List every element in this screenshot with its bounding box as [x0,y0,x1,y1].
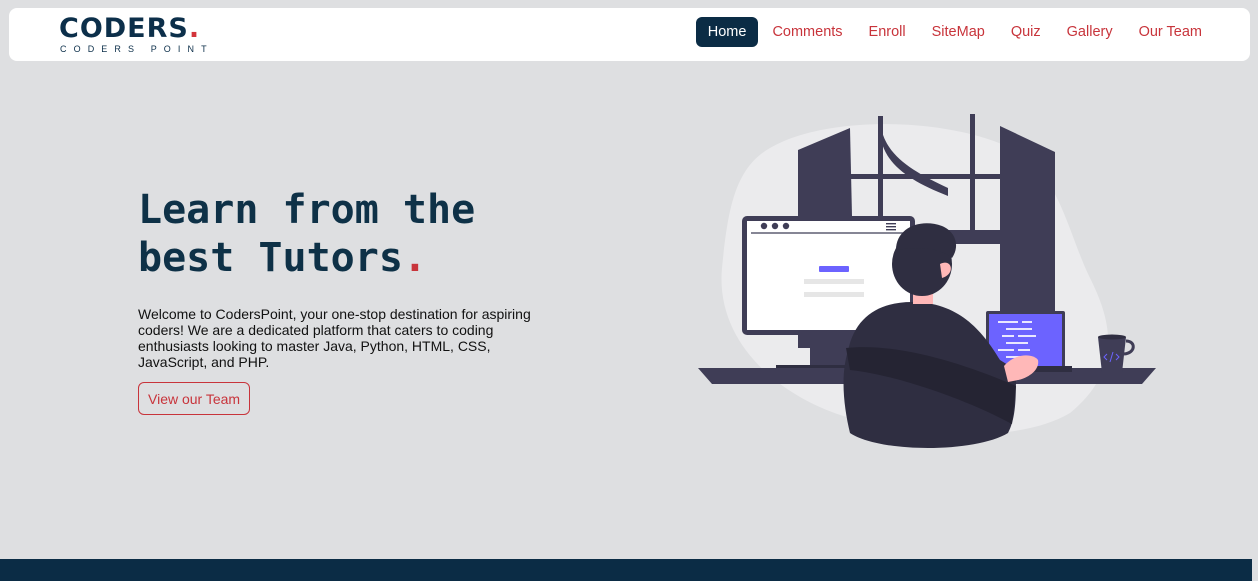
coders-point-logo[interactable]: CODERS. CODERS POINT [59,14,219,56]
nav-home[interactable]: Home [695,17,759,47]
coder-at-desk-illustration [698,114,1156,448]
hero-title-line-2: best Tutors [138,235,403,281]
window-bar-horizontal [850,174,1000,179]
nav-enroll[interactable]: Enroll [857,17,918,47]
hero-title-dot: . [402,235,427,281]
logo-wordmark: CODERS. [59,13,201,44]
nav-comments[interactable]: Comments [760,17,854,47]
hero-description: Welcome to CodersPoint, your one-stop de… [138,306,531,370]
navbar: CODERS. CODERS POINT Home Comments Enrol… [9,8,1250,61]
nav-gallery[interactable]: Gallery [1055,17,1125,47]
logo-tagline: CODERS POINT [60,44,214,54]
nav-our-team[interactable]: Our Team [1127,17,1214,47]
screen-accent-bar [819,266,849,272]
background-circle [946,142,974,170]
nav-quiz[interactable]: Quiz [999,17,1053,47]
main-nav: Home Comments Enroll SiteMap Quiz Galler… [694,17,1214,47]
view-our-team-button[interactable]: View our Team [138,382,251,415]
hero-title: Learn from the best Tutors. [138,186,475,282]
window-right-pillar [1000,126,1055,343]
footer-band [0,559,1252,581]
nav-sitemap[interactable]: SiteMap [920,17,997,47]
monitor-stand [810,335,850,367]
hero-title-line-1: Learn from the [138,187,476,233]
